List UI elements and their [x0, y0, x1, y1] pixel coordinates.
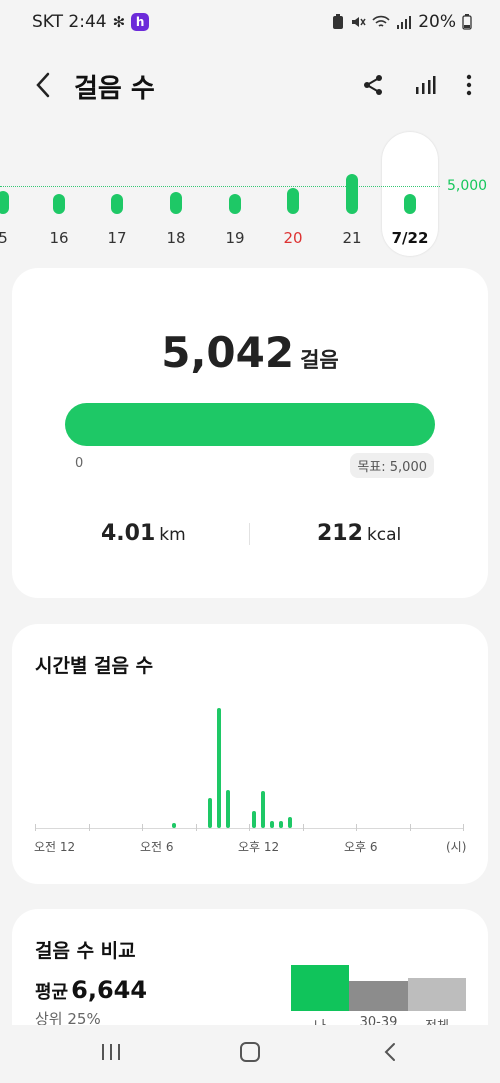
battery-saver-icon	[333, 14, 344, 29]
hour-bar	[172, 823, 177, 828]
axis-label: 오전 12	[34, 840, 76, 854]
calories-value: 212	[317, 521, 363, 546]
back-icon[interactable]	[380, 1041, 402, 1063]
distance-stat: 4.01 km	[101, 521, 186, 546]
day-bar[interactable]	[111, 194, 123, 214]
hourly-title: 시간별 걸음 수	[35, 655, 154, 677]
share-icon[interactable]	[362, 74, 384, 96]
recent-apps-icon[interactable]	[100, 1041, 122, 1063]
average-prefix: 평균	[35, 982, 69, 1003]
goal-label: 목표: 5,000	[350, 453, 434, 478]
battery-icon	[462, 14, 472, 30]
calories-unit: kcal	[366, 525, 402, 545]
progress-start-label: 0	[75, 456, 84, 471]
day-label[interactable]: 21	[332, 229, 372, 247]
steps-summary-card[interactable]: 5,042 걸음 0 목표: 5,000 4.01 km 212 kcal	[12, 268, 488, 598]
axis-tick	[142, 824, 143, 831]
distance-unit: km	[159, 525, 186, 545]
axis-tick	[302, 824, 304, 831]
day-label[interactable]: 18	[156, 229, 196, 247]
hour-bar	[270, 821, 275, 828]
axis-tick	[409, 824, 411, 831]
axis-tick	[35, 824, 36, 831]
day-bar[interactable]	[287, 188, 299, 214]
fan-icon: ✻	[112, 13, 126, 31]
goal-line	[0, 186, 440, 187]
goal-line-label: 5,000	[447, 178, 488, 194]
bar-chart-icon[interactable]	[414, 74, 436, 96]
day-bar[interactable]	[0, 191, 9, 214]
battery-percent: 20%	[418, 12, 456, 32]
day-bar[interactable]	[170, 191, 182, 214]
health-app-icon: h	[131, 13, 150, 31]
compare-bar	[291, 965, 349, 1011]
mute-icon	[352, 17, 366, 27]
hourly-steps-card[interactable]: 시간별 걸음 수 오전 12 오전 6 오후 12 오후 6 (시)	[12, 624, 488, 884]
wifi-icon	[372, 15, 390, 27]
axis-label: (시)	[446, 840, 467, 854]
steps-unit: 걸음	[300, 348, 339, 372]
status-bar: SKT 2:44 ✻ h 20%	[0, 0, 500, 46]
day-label[interactable]: 20	[273, 229, 313, 247]
signal-icon	[397, 16, 412, 29]
navigation-bar	[0, 1025, 500, 1083]
axis-tick	[356, 824, 357, 831]
day-bar[interactable]	[229, 194, 241, 214]
day-label[interactable]: 7/22	[390, 229, 430, 247]
compare-title: 걸음 수 비교	[35, 940, 136, 962]
home-icon[interactable]	[239, 1041, 261, 1063]
more-options-icon[interactable]	[466, 74, 472, 96]
day-label[interactable]: 19	[215, 229, 255, 247]
axis-tick	[88, 824, 90, 831]
axis-tick	[195, 824, 197, 831]
compare-bar	[408, 978, 466, 1011]
axis-label: 오후 12	[238, 840, 280, 854]
hour-bar	[288, 817, 293, 828]
hour-bar	[216, 708, 221, 828]
day-label[interactable]: 16	[39, 229, 79, 247]
day-label[interactable]: 17	[97, 229, 137, 247]
day-bar[interactable]	[53, 194, 65, 214]
carrier-time: SKT 2:44	[32, 12, 107, 32]
hour-bar	[261, 791, 266, 828]
hour-bar	[252, 811, 257, 828]
hour-bar	[279, 821, 284, 828]
day-label[interactable]: 5	[0, 229, 23, 247]
page-title: 걸음 수	[74, 74, 155, 104]
compare-bar	[349, 980, 408, 1011]
hour-bar	[207, 798, 212, 828]
back-arrow-icon[interactable]	[30, 68, 58, 102]
app-bar: 걸음 수	[0, 50, 500, 122]
average-value: 6,644	[71, 976, 148, 1004]
axis-label: 오전 6	[140, 840, 174, 854]
day-bar[interactable]	[404, 194, 416, 214]
axis-tick	[249, 824, 250, 831]
day-bar[interactable]	[346, 174, 358, 214]
hour-bar	[225, 790, 230, 828]
calories-stat: 212 kcal	[317, 521, 401, 546]
goal-progress-bar	[65, 403, 435, 446]
average-steps: 평균 6,644	[35, 976, 147, 1004]
steps-count: 5,042	[161, 328, 295, 377]
distance-value: 4.01	[101, 521, 156, 546]
axis-tick	[463, 824, 464, 831]
axis-label: 오후 6	[344, 840, 378, 854]
divider	[249, 523, 250, 545]
